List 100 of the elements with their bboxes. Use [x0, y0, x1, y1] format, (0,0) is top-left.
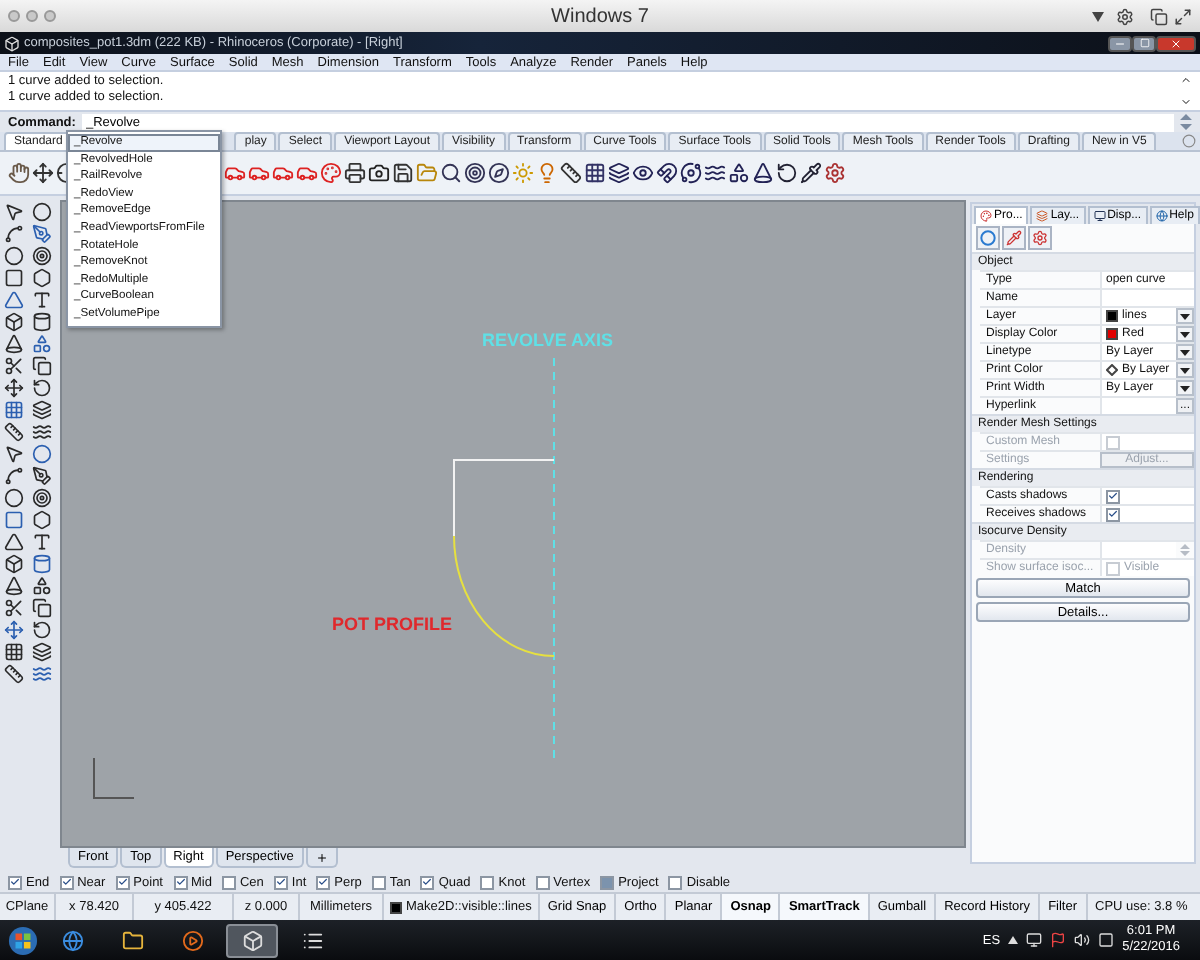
close-button[interactable]: [1156, 35, 1196, 51]
palette-icon[interactable]: [320, 162, 342, 184]
circle-icon[interactable]: [4, 246, 24, 266]
flag-icon[interactable]: [1050, 932, 1067, 948]
rotate-icon[interactable]: [776, 162, 798, 184]
layers-icon[interactable]: [32, 642, 52, 662]
checkbox[interactable]: [668, 875, 683, 889]
waves-icon[interactable]: [32, 422, 52, 442]
checkbox[interactable]: [600, 875, 615, 889]
checkbox[interactable]: [371, 875, 386, 889]
grid-icon[interactable]: [4, 400, 24, 420]
compass-icon[interactable]: [488, 162, 510, 184]
scroll-down-icon[interactable]: [1180, 96, 1192, 108]
circle-icon[interactable]: [4, 488, 24, 508]
speaker-icon[interactable]: [1074, 932, 1091, 948]
checkbox[interactable]: [535, 875, 550, 889]
spline-icon[interactable]: [4, 224, 24, 244]
triangle-icon[interactable]: [4, 290, 24, 310]
start-button-icon[interactable]: [8, 925, 38, 955]
cone-icon[interactable]: [752, 162, 774, 184]
move-icon[interactable]: [32, 162, 54, 184]
move-icon[interactable]: [4, 620, 24, 640]
car-icon[interactable]: [296, 162, 318, 184]
checkbox[interactable]: [173, 875, 187, 889]
checkbox[interactable]: [316, 875, 331, 889]
checkbox[interactable]: [59, 875, 74, 889]
pointer-icon[interactable]: [4, 202, 24, 222]
text-icon[interactable]: [32, 290, 52, 310]
windows-icon[interactable]: [1150, 7, 1168, 25]
color-wheel-button[interactable]: [976, 226, 1000, 250]
expand-icon[interactable]: [1174, 7, 1192, 25]
text-icon[interactable]: [32, 532, 52, 552]
copy-icon[interactable]: [32, 598, 52, 618]
scissors-icon[interactable]: [4, 356, 24, 376]
window-icon[interactable]: [1098, 932, 1115, 948]
pen-icon[interactable]: [32, 224, 52, 244]
gear-button[interactable]: [1028, 226, 1052, 250]
grid-icon[interactable]: [4, 642, 24, 662]
eye-icon[interactable]: [632, 162, 654, 184]
shapes-icon[interactable]: [728, 162, 750, 184]
rotate-icon[interactable]: [32, 378, 52, 398]
cube-icon[interactable]: [4, 554, 24, 574]
save-icon[interactable]: [392, 162, 414, 184]
checkbox[interactable]: [221, 875, 236, 889]
search-icon[interactable]: [440, 162, 462, 184]
dropdown-button[interactable]: [1176, 362, 1194, 378]
dropdown-button[interactable]: [1176, 380, 1194, 396]
pen-icon[interactable]: [32, 466, 52, 486]
car-icon[interactable]: [224, 162, 246, 184]
cube-icon[interactable]: [4, 312, 24, 332]
target-icon[interactable]: [32, 246, 52, 266]
taskbar-app[interactable]: [226, 923, 278, 957]
scroll-up-icon[interactable]: [1180, 74, 1192, 86]
ruler-icon[interactable]: [560, 162, 582, 184]
add-viewport-button[interactable]: [305, 848, 338, 868]
target-icon[interactable]: [464, 162, 486, 184]
spinner-icon[interactable]: [1180, 114, 1192, 130]
density-field[interactable]: [1100, 542, 1176, 558]
dropdown-button[interactable]: [1176, 326, 1194, 342]
cone-icon[interactable]: [4, 334, 24, 354]
copy-icon[interactable]: [32, 356, 52, 376]
checkbox[interactable]: [1106, 507, 1120, 521]
move-icon[interactable]: [4, 378, 24, 398]
minimize-button[interactable]: [1108, 35, 1132, 51]
shapes-icon[interactable]: [32, 576, 52, 596]
car-icon[interactable]: [272, 162, 294, 184]
hexagon-icon[interactable]: [32, 268, 52, 288]
monitor-icon[interactable]: [1026, 932, 1043, 948]
cylinder-icon[interactable]: [32, 554, 52, 574]
dropdown-button[interactable]: [1176, 344, 1194, 360]
layers-icon[interactable]: [32, 400, 52, 420]
checkbox[interactable]: [273, 875, 288, 889]
rotate-icon[interactable]: [32, 620, 52, 640]
ruler-icon[interactable]: [4, 664, 24, 684]
dropdown-triangle-icon[interactable]: [1092, 11, 1104, 21]
dropdown-button[interactable]: [1176, 308, 1194, 324]
hand-icon[interactable]: [8, 162, 30, 184]
cone-icon[interactable]: [4, 576, 24, 596]
checkbox[interactable]: [480, 875, 495, 889]
tray-expand-icon[interactable]: [1008, 936, 1019, 944]
pointer-icon[interactable]: [4, 444, 24, 464]
checkbox[interactable]: [115, 875, 130, 889]
hexagon-icon[interactable]: [32, 510, 52, 530]
magnet-icon[interactable]: [656, 162, 678, 184]
cylinder-icon[interactable]: [32, 312, 52, 332]
triangle-icon[interactable]: [4, 532, 24, 552]
checkbox[interactable]: [1106, 489, 1120, 503]
layers-icon[interactable]: [608, 162, 630, 184]
waves-icon[interactable]: [704, 162, 726, 184]
camera-icon[interactable]: [368, 162, 390, 184]
grid-icon[interactable]: [584, 162, 606, 184]
checkbox[interactable]: [420, 875, 435, 889]
square-icon[interactable]: [4, 510, 24, 530]
spline-icon[interactable]: [4, 466, 24, 486]
scissors-icon[interactable]: [4, 598, 24, 618]
printer-icon[interactable]: [344, 162, 366, 184]
target-icon[interactable]: [32, 488, 52, 508]
square-icon[interactable]: [4, 268, 24, 288]
ruler-icon[interactable]: [4, 422, 24, 442]
checkbox[interactable]: [8, 875, 22, 889]
